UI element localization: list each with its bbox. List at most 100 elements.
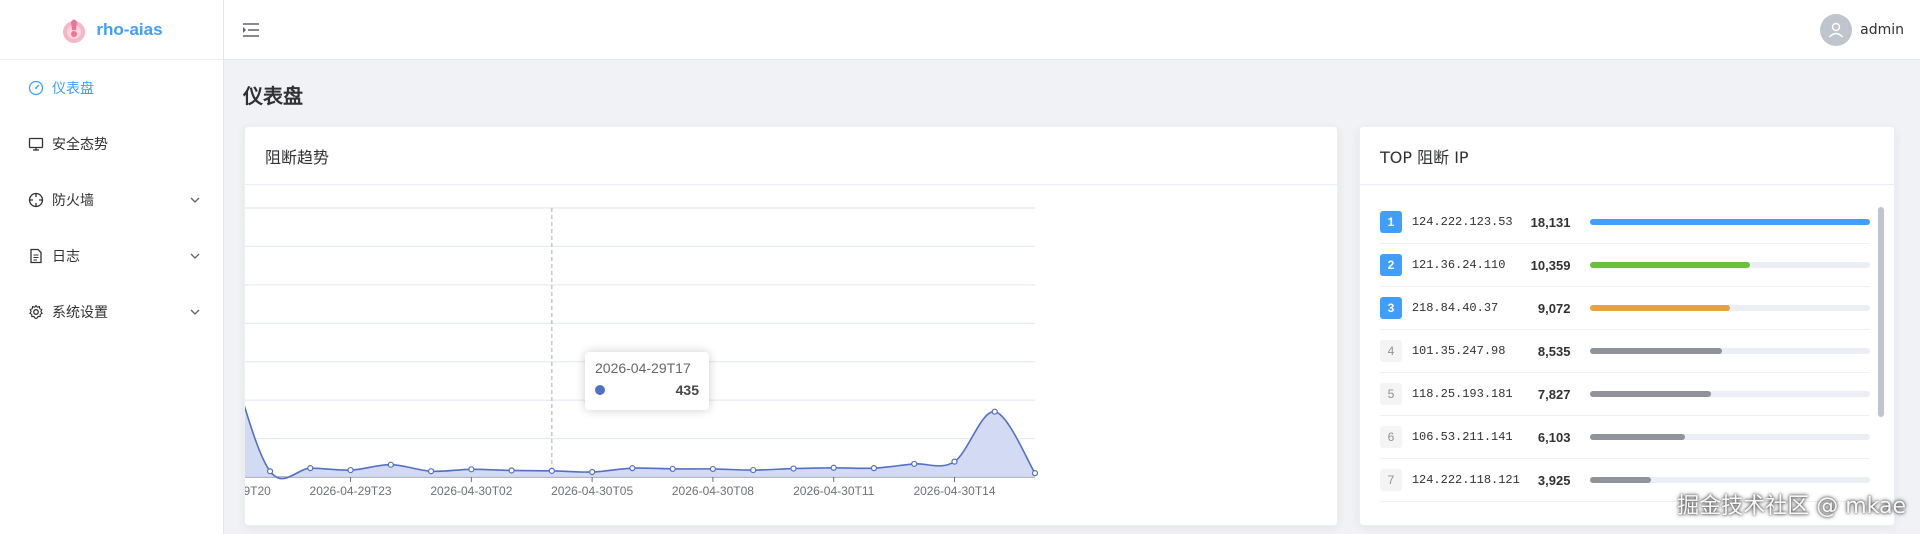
data-point bbox=[951, 458, 958, 465]
sidebar-item-dashboard[interactable]: 仪表盘 bbox=[0, 60, 223, 116]
ip-row[interactable]: 6 106.53.211.141 6,103 bbox=[1380, 416, 1870, 459]
logo[interactable]: rho-aias bbox=[0, 0, 223, 60]
ip-row[interactable]: 5 118.25.193.181 7,827 bbox=[1380, 373, 1870, 416]
data-point bbox=[347, 466, 354, 474]
data-point bbox=[468, 466, 475, 473]
block-count: 10,359 bbox=[1530, 257, 1571, 273]
avatar bbox=[1820, 14, 1853, 46]
ip-address: 106.53.211.141 bbox=[1411, 430, 1513, 444]
data-point bbox=[830, 464, 837, 471]
rank-badge: 5 bbox=[1380, 383, 1402, 405]
data-point bbox=[508, 467, 515, 474]
ip-address: 118.25.193.181 bbox=[1411, 387, 1513, 401]
count-bar-track bbox=[1590, 305, 1870, 311]
count-bar-fill bbox=[1590, 262, 1751, 268]
page-title: 仪表盘 bbox=[243, 84, 303, 108]
data-point bbox=[669, 465, 676, 473]
x-tick-label: 2026-04-30T02 bbox=[430, 484, 512, 498]
data-point bbox=[790, 465, 797, 472]
logo-icon bbox=[63, 19, 86, 43]
user-menu[interactable]: admin bbox=[1820, 14, 1904, 46]
tooltip-row: 435 bbox=[595, 382, 699, 398]
series-marker bbox=[595, 385, 605, 395]
sidebar-item-label: 防火墙 bbox=[52, 193, 94, 209]
data-point bbox=[266, 468, 274, 475]
data-point bbox=[307, 465, 314, 472]
rank-badge: 2 bbox=[1380, 254, 1402, 276]
dashboard-icon bbox=[28, 80, 44, 96]
app-name: rho-aias bbox=[96, 19, 163, 39]
sidebar-item-label: 日志 bbox=[52, 249, 80, 265]
block-count: 18,131 bbox=[1530, 214, 1571, 230]
crosshair-icon bbox=[28, 192, 44, 208]
ip-address: 218.84.40.37 bbox=[1411, 301, 1499, 315]
ip-address: 121.36.24.110 bbox=[1411, 258, 1506, 272]
x-tick-label: 2026-04-30T11 bbox=[793, 484, 874, 498]
sidebar-item-settings[interactable]: 系统设置 bbox=[0, 284, 223, 340]
data-point bbox=[911, 460, 918, 468]
count-bar-track bbox=[1590, 434, 1870, 440]
username: admin bbox=[1860, 22, 1904, 38]
ip-row[interactable]: 2 121.36.24.110 10,359 bbox=[1380, 244, 1870, 287]
rank-badge: 3 bbox=[1380, 297, 1402, 319]
data-point bbox=[387, 461, 394, 468]
watermark: 掘金技术社区 @ mkae bbox=[1677, 494, 1906, 519]
sidebar-item-security-posture[interactable]: 安全态势 bbox=[0, 116, 223, 172]
data-point bbox=[1031, 470, 1039, 477]
sidebar-menu: 仪表盘 安全态势 防火墙 日志 系统设置 bbox=[0, 60, 223, 340]
data-point bbox=[589, 468, 596, 476]
chart-tooltip: 2026-04-29T17 435 bbox=[585, 352, 709, 410]
count-bar-fill bbox=[1590, 477, 1651, 483]
rank-badge: 1 bbox=[1380, 211, 1402, 233]
x-tick-label: 2026-04-30T08 bbox=[672, 484, 754, 498]
count-bar-fill bbox=[1590, 305, 1731, 311]
trend-card: 阻断趋势 01,0002,0003,0004,0005,0006,0007,00… bbox=[244, 126, 1338, 526]
count-bar-fill bbox=[1590, 219, 1870, 225]
sidebar-item-label: 安全态势 bbox=[52, 137, 108, 153]
ip-row[interactable]: 4 101.35.247.98 8,535 bbox=[1380, 330, 1870, 373]
data-point bbox=[548, 467, 555, 474]
ip-address: 101.35.247.98 bbox=[1411, 344, 1506, 358]
count-bar-fill bbox=[1590, 434, 1685, 440]
data-point bbox=[427, 468, 435, 475]
ip-row[interactable]: 3 218.84.40.37 9,072 bbox=[1380, 287, 1870, 330]
ip-row[interactable]: 1 124.222.123.53 18,131 bbox=[1380, 201, 1870, 244]
data-point bbox=[870, 465, 878, 472]
count-bar-fill bbox=[1590, 348, 1723, 354]
ip-address: 124.222.118.121 bbox=[1411, 473, 1520, 487]
count-bar-track bbox=[1590, 348, 1870, 354]
chevron-down-icon bbox=[190, 253, 200, 259]
block-count: 3,925 bbox=[1537, 472, 1571, 488]
count-bar-track bbox=[1590, 262, 1870, 268]
sidebar-item-firewall[interactable]: 防火墙 bbox=[0, 172, 223, 228]
data-point bbox=[750, 466, 757, 474]
chevron-down-icon bbox=[190, 309, 200, 315]
x-tick-label: 2026-04-30T14 bbox=[913, 484, 995, 498]
menu-fold-icon[interactable] bbox=[242, 22, 260, 38]
x-tick-label: 2026-04-29T20 bbox=[245, 484, 271, 498]
top-ip-card-title: TOP 阻断 IP bbox=[1360, 127, 1894, 185]
tooltip-title: 2026-04-29T17 bbox=[595, 360, 691, 376]
document-icon bbox=[30, 248, 42, 264]
user-icon bbox=[1829, 22, 1844, 38]
sidebar: rho-aias 仪表盘 安全态势 防火墙 日志 系统设置 bbox=[0, 0, 224, 534]
data-point bbox=[629, 465, 636, 472]
gear-icon bbox=[29, 304, 43, 319]
sidebar-item-logs[interactable]: 日志 bbox=[0, 228, 223, 284]
data-point bbox=[709, 465, 717, 473]
rank-badge: 4 bbox=[1380, 340, 1402, 362]
trend-chart[interactable]: 01,0002,0003,0004,0005,0006,0007,0002026… bbox=[245, 185, 1339, 525]
tooltip-value: 435 bbox=[675, 382, 699, 398]
monitor-icon bbox=[28, 137, 44, 151]
block-count: 7,827 bbox=[1537, 386, 1571, 402]
count-bar-fill bbox=[1590, 391, 1712, 397]
top-ip-card: TOP 阻断 IP 1 124.222.123.53 18,131 2 121.36.2… bbox=[1359, 126, 1895, 526]
x-tick-label: 2026-04-29T23 bbox=[310, 484, 392, 498]
top-ip-list[interactable]: 1 124.222.123.53 18,131 2 121.36.24.110 10,35… bbox=[1360, 185, 1894, 525]
chevron-down-icon bbox=[190, 197, 200, 203]
top-header: admin bbox=[224, 0, 1920, 60]
rank-badge: 7 bbox=[1380, 469, 1402, 491]
list-scrollbar[interactable] bbox=[1878, 207, 1884, 417]
sidebar-item-label: 仪表盘 bbox=[52, 81, 94, 97]
count-bar-track bbox=[1590, 219, 1870, 225]
